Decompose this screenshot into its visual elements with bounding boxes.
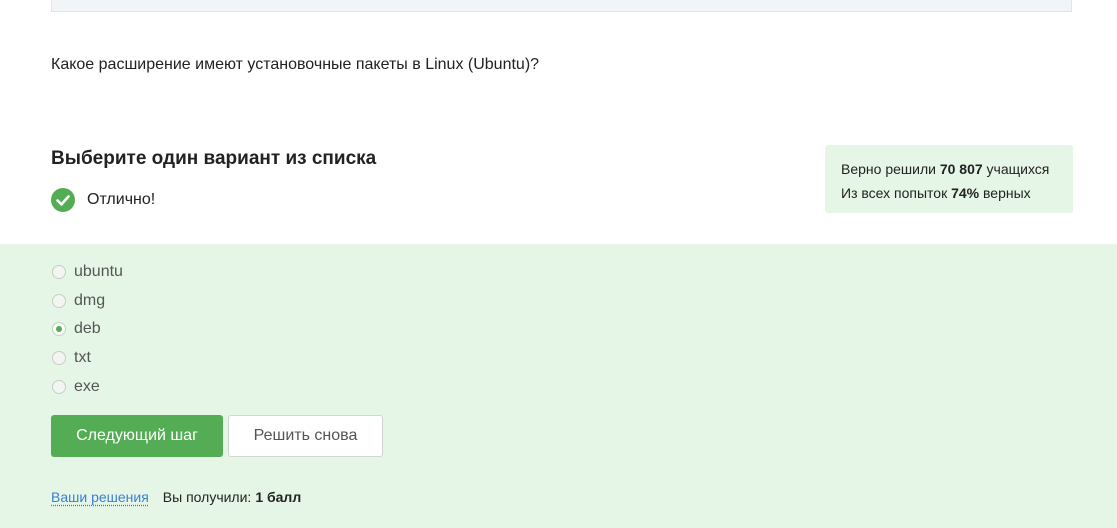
option-item[interactable]: deb (51, 315, 123, 344)
answer-area: ubuntu dmg deb txt exe Следующий шаг Реш… (0, 244, 1117, 528)
stats-solved-count: 70 807 (939, 161, 983, 177)
radio-button[interactable] (52, 379, 66, 394)
footer-bar: Ваши решения Вы получили: 1 балл (51, 489, 301, 505)
option-item[interactable]: dmg (51, 287, 123, 316)
stats-percent-value: 74% (951, 185, 980, 201)
stats-solved-line: Верно решили 70 807 учащихся (841, 157, 1073, 181)
stats-solved-suffix: учащихся (986, 161, 1050, 177)
stats-solved-prefix: Верно решили (841, 161, 936, 177)
radio-button[interactable] (52, 265, 66, 280)
radio-button[interactable] (52, 293, 66, 308)
radio-button-selected[interactable] (52, 322, 66, 337)
previous-content-box (51, 0, 1072, 12)
result-status: Отлично! (51, 188, 155, 212)
option-label: exe (74, 377, 100, 395)
option-item[interactable]: exe (51, 372, 123, 401)
option-label: txt (74, 349, 91, 367)
option-label: dmg (74, 291, 106, 309)
score-value: 1 балл (255, 489, 302, 505)
score-prefix: Вы получили: (162, 489, 252, 505)
stats-percent-line: Из всех попыток 74% верных (841, 181, 1073, 205)
radio-button[interactable] (52, 351, 66, 366)
option-label: ubuntu (74, 263, 123, 281)
question-text: Какое расширение имеют установочные паке… (51, 56, 540, 73)
stats-percent-prefix: Из всех попыток (841, 185, 948, 201)
option-item[interactable]: txt (51, 344, 123, 373)
solve-again-button[interactable]: Решить снова (228, 415, 383, 457)
your-solutions-link[interactable]: Ваши решения (51, 489, 149, 505)
options-list: ubuntu dmg deb txt exe (51, 258, 123, 401)
check-circle-icon (51, 188, 75, 212)
option-item[interactable]: ubuntu (51, 258, 123, 287)
result-label: Отлично! (87, 191, 156, 208)
next-step-button[interactable]: Следующий шаг (51, 415, 223, 457)
option-label: deb (74, 320, 101, 338)
stats-percent-suffix: верных (983, 185, 1031, 201)
task-heading: Выберите один вариант из списка (51, 148, 377, 169)
stats-panel: Верно решили 70 807 учащихся Из всех поп… (825, 145, 1073, 213)
